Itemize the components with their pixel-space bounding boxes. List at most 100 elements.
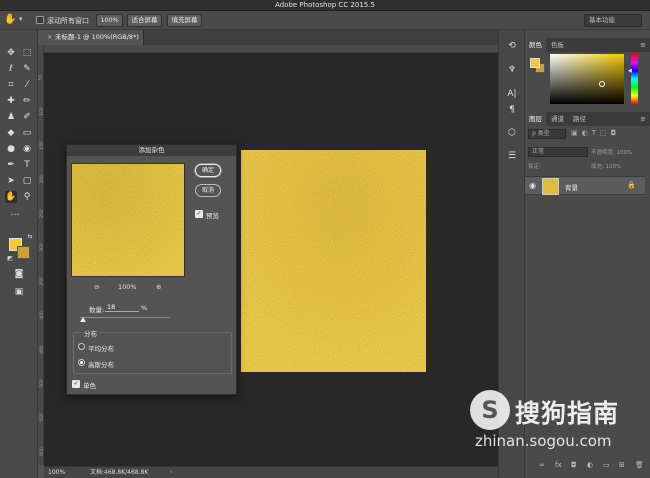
- opacity-field[interactable]: 不透明度: 100%: [591, 148, 632, 156]
- adjustment-layer-icon[interactable]: ◐: [587, 461, 593, 469]
- rectangle-tool-icon[interactable]: ▢: [21, 175, 33, 187]
- close-tab-icon[interactable]: ×: [47, 30, 52, 45]
- layer-style-icon[interactable]: fx: [555, 461, 562, 469]
- ok-button[interactable]: 确定: [195, 164, 221, 177]
- title-bar: Adobe Photoshop CC 2015.5: [0, 0, 650, 11]
- quick-select-tool-icon[interactable]: ✎: [21, 63, 33, 75]
- tab-channels[interactable]: 通道: [547, 112, 568, 126]
- quick-mask-icon[interactable]: ◙: [13, 268, 25, 280]
- workspace-select[interactable]: 基本功能: [584, 14, 642, 27]
- healing-tool-icon[interactable]: ✚: [5, 95, 17, 107]
- tab-paths[interactable]: 路径: [569, 112, 590, 126]
- preview-checkbox[interactable]: ✓: [195, 210, 203, 218]
- panel-menu-icon[interactable]: ≡: [640, 38, 646, 52]
- watermark-logo: S: [470, 390, 510, 430]
- layer-mask-icon[interactable]: ◘: [571, 461, 577, 469]
- layer-row[interactable]: ◉ 背景 🔒: [525, 176, 645, 195]
- tab-layers[interactable]: 图层: [525, 112, 546, 126]
- filter-preview[interactable]: [71, 163, 185, 277]
- amount-slider-track[interactable]: [80, 317, 170, 318]
- chevron-down-icon[interactable]: ▾: [19, 15, 23, 23]
- fit-screen-button[interactable]: 适合屏幕: [127, 14, 162, 27]
- preview-zoom-value: 100%: [118, 283, 137, 291]
- blend-mode-select[interactable]: 正常: [528, 147, 588, 157]
- scroll-all-windows-checkbox[interactable]: [36, 16, 44, 24]
- status-zoom[interactable]: 100%: [48, 467, 65, 478]
- watermark-letter: S: [481, 396, 499, 424]
- background-color-swatch[interactable]: [17, 246, 30, 259]
- move-tool-icon[interactable]: ✥: [5, 47, 17, 59]
- amount-input[interactable]: 18: [105, 303, 139, 312]
- gaussian-radio[interactable]: [78, 359, 85, 366]
- amount-slider-thumb[interactable]: [79, 317, 86, 322]
- zoom-100-button[interactable]: 100%: [96, 14, 123, 27]
- fill-screen-button[interactable]: 填充屏幕: [167, 14, 202, 27]
- fill-field[interactable]: 填充: 100%: [591, 162, 621, 170]
- watermark-text: 搜狗指南: [515, 399, 620, 428]
- zoom-tool-icon[interactable]: ⚲: [21, 191, 33, 203]
- color-picker-marker[interactable]: [599, 81, 605, 87]
- layers-menu-icon[interactable]: ≡: [640, 112, 646, 126]
- history-brush-tool-icon[interactable]: ✐: [21, 111, 33, 123]
- eyedropper-tool-icon[interactable]: ⁄: [21, 79, 33, 91]
- layers-panel-tabs: 图层 通道 路径 ≡: [525, 112, 650, 126]
- lasso-tool-icon[interactable]: ℓ: [5, 63, 17, 75]
- lock-label: 锁定:: [528, 164, 541, 170]
- tab-swatches[interactable]: 色板: [547, 38, 568, 52]
- uniform-radio[interactable]: [78, 343, 85, 350]
- brush-presets-icon[interactable]: ♆: [506, 64, 518, 76]
- dialog-title: 添加杂色: [67, 145, 236, 156]
- amount-unit: %: [141, 304, 148, 312]
- color-panel-tabs: 颜色 色板 ≡: [525, 38, 650, 52]
- 3d-panel-icon[interactable]: ⬡: [506, 127, 518, 139]
- hue-slider-marker[interactable]: ◀: [628, 68, 632, 74]
- stamp-tool-icon[interactable]: ♟: [5, 111, 17, 123]
- document-tab[interactable]: × 未标题-1 @ 100%(RGB/8*) *: [44, 30, 144, 56]
- monochrome-label: 单色: [83, 382, 96, 390]
- zoom-in-icon[interactable]: ⊕: [156, 283, 161, 291]
- link-layers-icon[interactable]: ∞: [539, 461, 545, 469]
- hand-tool-icon[interactable]: ✋: [5, 191, 17, 203]
- path-select-tool-icon[interactable]: ➤: [5, 175, 17, 187]
- history-panel-icon[interactable]: ⟲: [506, 40, 518, 52]
- options-bar: ✋ ▾ 滚动所有窗口 100% 适合屏幕 填充屏幕 基本功能: [0, 11, 650, 30]
- add-noise-dialog: 添加杂色 确定 取消 ✓ 预览 ⊖ 100% ⊕ 数量: 18 % 分布 平均分…: [66, 144, 237, 395]
- status-menu-arrow[interactable]: ›: [170, 467, 172, 478]
- trash-icon[interactable]: 🗑: [635, 461, 644, 469]
- screen-mode-icon[interactable]: ▣: [13, 286, 25, 298]
- layer-name: 背景: [565, 184, 578, 192]
- cancel-button[interactable]: 取消: [195, 184, 221, 197]
- layers-footer: ∞ fx ◘ ◐ ▭ ⊞ 🗑: [525, 460, 650, 472]
- hue-slider[interactable]: [631, 54, 638, 104]
- blur-tool-icon[interactable]: ●: [5, 143, 17, 155]
- zoom-out-icon[interactable]: ⊖: [94, 283, 99, 291]
- default-colors-icon[interactable]: ◩: [4, 253, 16, 265]
- app-title: Adobe Photoshop CC 2015.5: [275, 1, 375, 9]
- group-icon[interactable]: ▭: [603, 461, 610, 469]
- properties-panel-icon[interactable]: ☰: [506, 150, 518, 162]
- layer-filter-icons[interactable]: ▣◐T⬚◘: [571, 129, 620, 137]
- dodge-tool-icon[interactable]: ◉: [21, 143, 33, 155]
- new-layer-icon[interactable]: ⊞: [619, 461, 625, 469]
- status-doc-info: 文档:468.8K/468.8K: [90, 469, 149, 476]
- gradient-tool-icon[interactable]: ▭: [21, 127, 33, 139]
- swap-colors-icon[interactable]: ⇆: [24, 231, 36, 243]
- eye-icon[interactable]: ◉: [529, 181, 536, 190]
- eraser-tool-icon[interactable]: ◆: [5, 127, 17, 139]
- type-tool-icon[interactable]: T: [21, 159, 33, 171]
- crop-tool-icon[interactable]: ⌗: [5, 79, 17, 91]
- brush-tool-icon[interactable]: ✏: [21, 95, 33, 107]
- document-canvas[interactable]: [241, 150, 426, 372]
- pen-tool-icon[interactable]: ✒: [5, 159, 17, 171]
- monochrome-checkbox[interactable]: ✓: [72, 380, 80, 388]
- character-panel-icon[interactable]: A|: [506, 88, 518, 100]
- watermark-url: zhinan.sogou.com: [475, 432, 612, 450]
- marquee-tool-icon[interactable]: ⬚: [21, 47, 33, 59]
- tab-color[interactable]: 颜色: [525, 38, 546, 52]
- layer-filter-select[interactable]: ρ 类型: [528, 129, 566, 139]
- color-field[interactable]: [550, 54, 624, 104]
- hand-tool-icon[interactable]: ✋: [4, 14, 16, 26]
- paragraph-panel-icon[interactable]: ¶: [506, 104, 518, 116]
- more-tools-icon[interactable]: …: [9, 207, 21, 219]
- panel-foreground-swatch[interactable]: [530, 58, 540, 68]
